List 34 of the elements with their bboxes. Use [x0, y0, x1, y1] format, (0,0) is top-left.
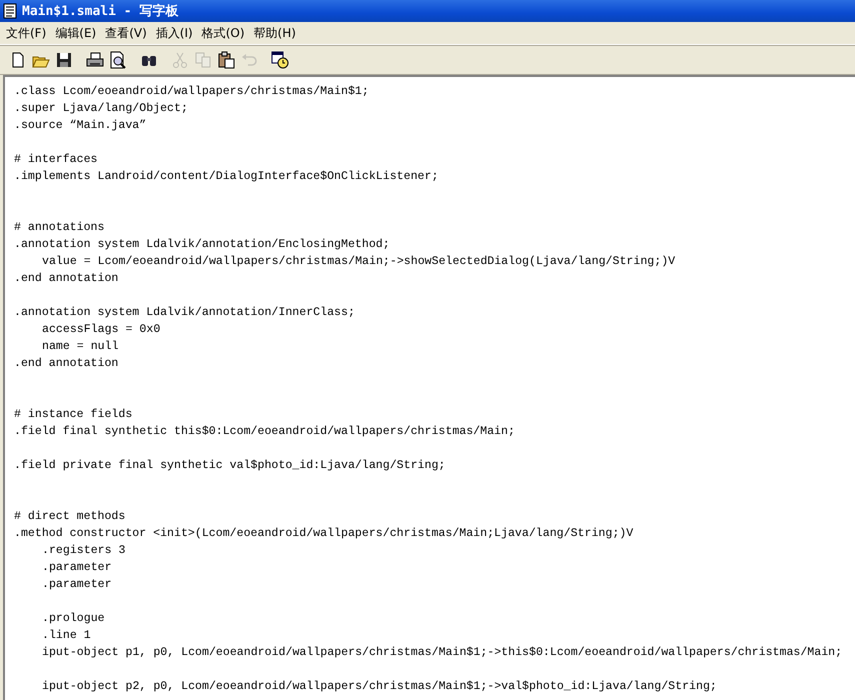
code-line: .field private final synthetic val$photo_id:Ljava/lang/String;	[14, 459, 446, 472]
code-line: # interfaces	[14, 153, 98, 166]
code-line: .end annotation	[14, 357, 118, 370]
menu-item[interactable]: 帮助(H)	[252, 24, 303, 42]
code-line: .annotation system Ldalvik/annotation/EnclosingMethod;	[14, 238, 390, 251]
code-line: .class Lcom/eoeandroid/wallpapers/christmas/Main$1;	[14, 85, 369, 98]
notepad-icon	[3, 3, 17, 19]
code-line: .prologue	[42, 612, 105, 625]
code-line: name = null	[42, 340, 119, 353]
menu-item[interactable]: 文件(F)	[4, 24, 54, 42]
code-line: .super Ljava/lang/Object;	[14, 102, 188, 115]
window-title: Main$1.smali - 写字板	[22, 2, 178, 20]
document-area[interactable]	[3, 75, 855, 700]
code-line: iput-object p1, p0, Lcom/eoeandroid/wallpapers/christmas/Main$1;->this$0:Lcom/eoeandroid/wallpapers/christmas/Main;	[42, 646, 842, 659]
code-line: .end annotation	[14, 272, 118, 285]
code-line: .registers 3	[42, 544, 126, 557]
menu-item[interactable]: 格式(O)	[200, 24, 252, 42]
code-line: .parameter	[42, 578, 112, 591]
code-line: accessFlags = 0x0	[42, 323, 160, 336]
menu-item[interactable]: 编辑(E)	[53, 24, 104, 42]
code-line: # direct methods	[14, 510, 126, 523]
code-line: value = Lcom/eoeandroid/wallpapers/christmas/Main;->showSelectedDialog(Ljava/lang/String;)V	[42, 255, 676, 268]
code-line: .line 1	[42, 629, 91, 642]
menu-item[interactable]: 查看(V)	[103, 24, 154, 42]
code-line: .method constructor <init>(Lcom/eoeandroid/wallpapers/christmas/Main;Ljava/lang/String;)V	[14, 527, 634, 540]
code-line: .source “Main.java”	[14, 119, 146, 132]
code-line: iput-object p2, p0, Lcom/eoeandroid/wallpapers/christmas/Main$1;->val$photo_id:Ljava/lang/String;	[42, 680, 717, 693]
code-line: .field final synthetic this$0:Lcom/eoeandroid/wallpapers/christmas/Main;	[14, 425, 515, 438]
code-line: .parameter	[42, 561, 112, 574]
code-line: # instance fields	[14, 408, 132, 421]
code-line: # annotations	[14, 221, 104, 234]
code-line: .implements Landroid/content/DialogInterface$OnClickListener;	[14, 170, 438, 183]
code-line: .annotation system Ldalvik/annotation/InnerClass;	[14, 306, 355, 319]
menu-item[interactable]: 插入(I)	[154, 24, 200, 42]
